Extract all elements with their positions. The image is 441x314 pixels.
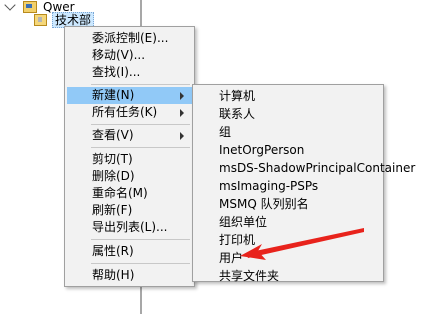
menu-item-label: 帮助(H) — [92, 268, 135, 282]
menu-item-label: 剪切(T) — [92, 152, 133, 166]
submenu-item-label: 联系人 — [219, 107, 256, 121]
tree-item-ou[interactable]: 技术部 — [34, 12, 95, 28]
submenu-item-label: InetOrgPerson — [219, 143, 305, 157]
menu-item-label: 查看(V) — [92, 128, 134, 142]
submenu-item-label: 组 — [219, 125, 232, 139]
submenu-item-label: 共享文件夹 — [219, 269, 280, 283]
submenu-item-label: MSMQ 队列别名 — [219, 197, 309, 211]
submenu-item-inetorgperson[interactable]: InetOrgPerson — [195, 142, 381, 159]
menu-item-delete[interactable]: 删除(D) — [67, 168, 192, 185]
menu-item-label: 删除(D) — [92, 169, 135, 183]
chevron-down-icon[interactable] — [4, 0, 16, 11]
menu-separator — [91, 124, 190, 125]
menu-separator — [91, 239, 190, 240]
submenu-item-label: 用户 — [219, 251, 244, 265]
menu-item-properties[interactable]: 属性(R) — [67, 243, 192, 260]
menu-item-export-list[interactable]: 导出列表(L)... — [67, 219, 192, 236]
chevron-right-icon — [180, 132, 184, 140]
menu-item-label: 查找(I)... — [92, 65, 141, 79]
menu-item-all-tasks[interactable]: 所有任务(K) — [67, 104, 192, 121]
menu-item-cut[interactable]: 剪切(T) — [67, 151, 192, 168]
menu-item-label: 新建(N) — [92, 88, 135, 102]
menu-item-delegate-control[interactable]: 委派控制(E)... — [67, 30, 192, 47]
submenu-item-msimaging-psps[interactable]: msImaging-PSPs — [195, 178, 381, 195]
menu-item-label: 重命名(M) — [92, 186, 148, 200]
menu-separator — [91, 147, 190, 148]
new-submenu: 计算机 联系人 组 InetOrgPerson msDS-ShadowPrinc… — [192, 84, 415, 285]
context-menu: 委派控制(E)... 移动(V)... 查找(I)... 新建(N) 所有任务(… — [64, 26, 195, 287]
submenu-item-shared-folder[interactable]: 共享文件夹 — [195, 268, 381, 285]
submenu-item-label: 计算机 — [219, 89, 256, 103]
menu-separator — [91, 84, 190, 85]
chevron-right-icon — [180, 92, 184, 100]
domain-icon — [23, 1, 37, 13]
menu-item-label: 移动(V)... — [92, 48, 146, 62]
menu-item-label: 所有任务(K) — [92, 105, 158, 119]
menu-item-rename[interactable]: 重命名(M) — [67, 185, 192, 202]
submenu-item-user[interactable]: 用户 — [195, 250, 381, 267]
submenu-item-printer[interactable]: 打印机 — [195, 232, 381, 249]
submenu-item-organizational-unit[interactable]: 组织单位 — [195, 214, 381, 231]
menu-item-label: 导出列表(L)... — [92, 220, 168, 234]
menu-item-refresh[interactable]: 刷新(F) — [67, 202, 192, 219]
submenu-item-label: 打印机 — [219, 233, 256, 247]
menu-separator — [91, 263, 190, 264]
organizational-unit-icon — [34, 14, 47, 26]
menu-item-new[interactable]: 新建(N) — [67, 87, 192, 104]
submenu-item-computer[interactable]: 计算机 — [195, 88, 381, 105]
menu-item-label: 属性(R) — [92, 244, 134, 258]
submenu-item-contact[interactable]: 联系人 — [195, 106, 381, 123]
submenu-item-label: 组织单位 — [219, 215, 268, 229]
menu-item-label: 刷新(F) — [92, 203, 133, 217]
submenu-item-label: msImaging-PSPs — [219, 179, 319, 193]
menu-item-help[interactable]: 帮助(H) — [67, 267, 192, 284]
submenu-item-group[interactable]: 组 — [195, 124, 381, 141]
menu-item-view[interactable]: 查看(V) — [67, 127, 192, 144]
menu-item-find[interactable]: 查找(I)... — [67, 64, 192, 81]
submenu-item-shadow-principal-container[interactable]: msDS-ShadowPrincipalContainer — [195, 160, 415, 177]
menu-item-move[interactable]: 移动(V)... — [67, 47, 192, 64]
chevron-right-icon — [180, 109, 184, 117]
submenu-item-label: msDS-ShadowPrincipalContainer — [219, 161, 416, 175]
menu-item-label: 委派控制(E)... — [92, 31, 169, 45]
submenu-item-msmq-queue-alias[interactable]: MSMQ 队列别名 — [195, 196, 381, 213]
